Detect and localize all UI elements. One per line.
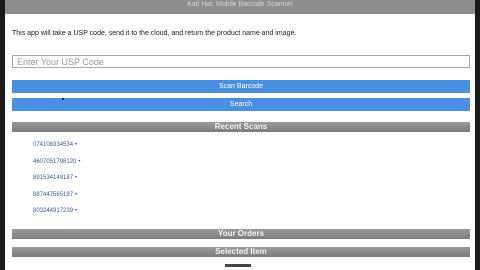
recent-scans-header[interactable]: Recent Scans (12, 122, 470, 132)
bullet-icon: • (75, 142, 78, 148)
intro-text: This app will take a USP code, send it t… (12, 30, 297, 37)
mouse-cursor (62, 98, 64, 100)
selected-item-header[interactable]: Selected Item (12, 247, 470, 257)
search-button[interactable]: Search (12, 98, 470, 111)
recent-scans-list: 074108334534 • 4607051798120 • 89153414918… (33, 142, 81, 225)
bullet-icon: • (75, 175, 78, 181)
usp-code-input[interactable] (12, 55, 470, 68)
recent-scan-link[interactable]: 891534149187 (33, 175, 73, 181)
bullet-icon: • (75, 191, 78, 198)
recent-scan-link[interactable]: 074108334534 (33, 142, 73, 148)
your-orders-header[interactable]: Your Orders (12, 229, 470, 239)
selected-item-content (225, 264, 251, 267)
app-header: Kati Hat, Mobile Barcode Scanner (5, 0, 475, 14)
recent-scan-item: 4607051798120 • (33, 159, 81, 176)
recent-scan-item: 074108334534 • (33, 142, 81, 159)
recent-scan-link[interactable]: 803244917239 (33, 208, 73, 214)
recent-scan-link[interactable]: 4607051798120 (33, 159, 76, 165)
recent-scan-link[interactable]: 887447565197 (33, 192, 73, 198)
bullet-icon: • (75, 208, 78, 214)
recent-scan-item: 891534149187 • (33, 175, 81, 192)
bullet-icon: • (78, 158, 81, 165)
app-page: Kati Hat, Mobile Barcode Scanner This ap… (5, 0, 475, 270)
scan-barcode-button[interactable]: Scan Barcode (12, 80, 470, 93)
app-header-title: Kati Hat, Mobile Barcode Scanner (187, 1, 293, 8)
recent-scan-item: 803244917239 • (33, 208, 81, 225)
recent-scan-item: 887447565197 • (33, 192, 81, 209)
